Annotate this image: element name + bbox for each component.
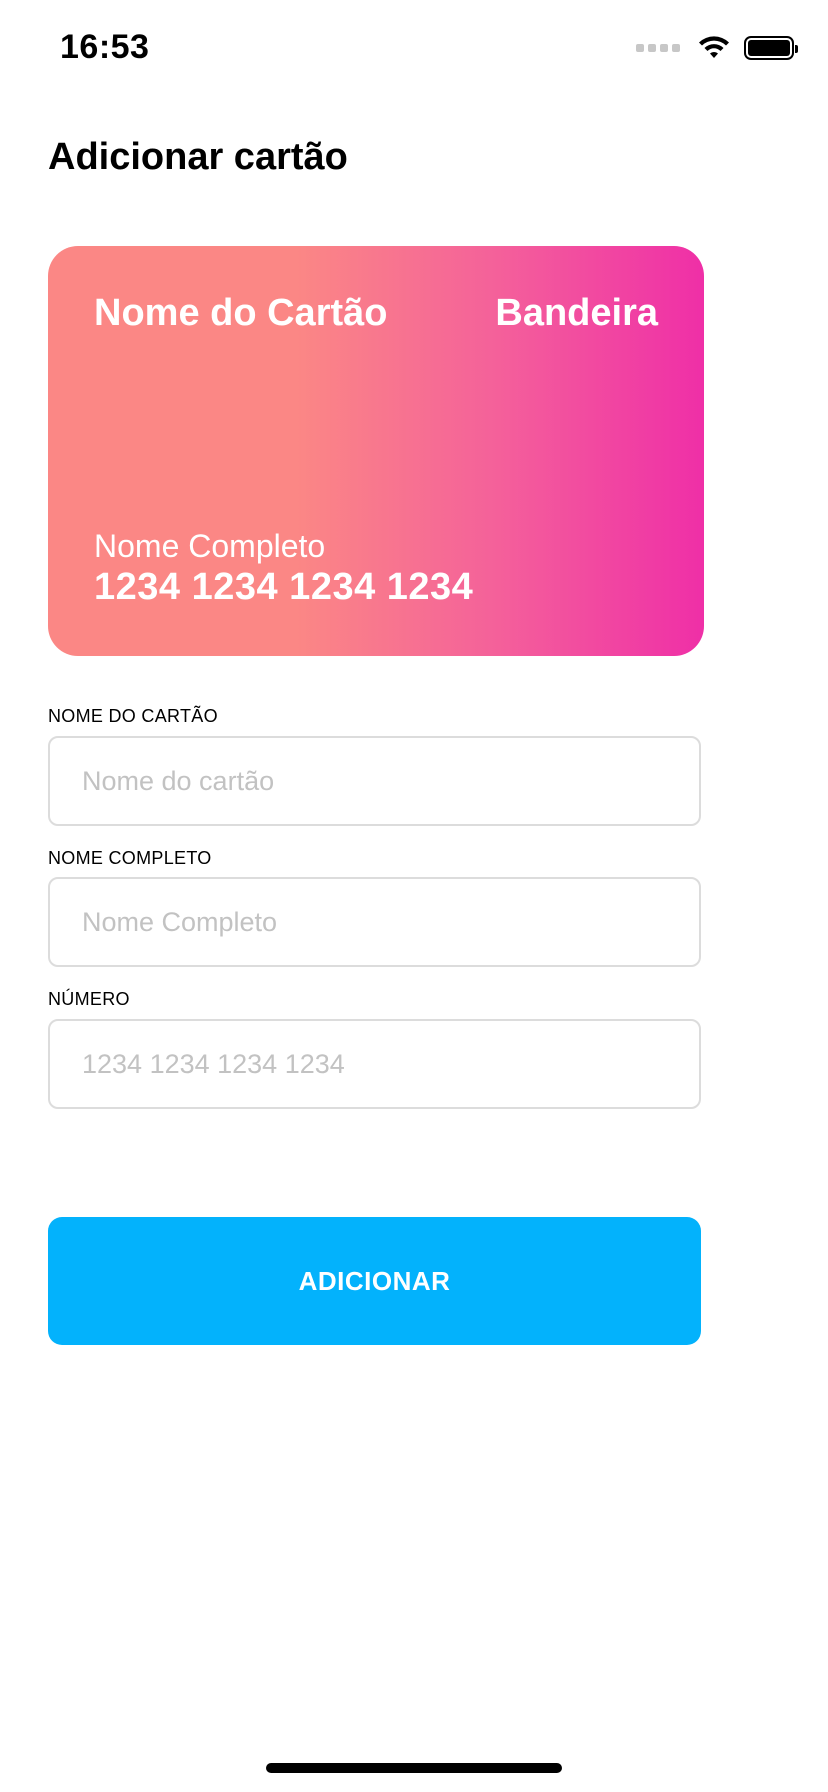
card-preview-brand: Bandeira bbox=[495, 292, 658, 334]
card-name-label: NOME DO CARTÃO bbox=[48, 706, 218, 726]
card-preview-number: 1234 1234 1234 1234 bbox=[94, 566, 474, 608]
status-icons bbox=[636, 36, 798, 60]
battery-icon bbox=[744, 36, 798, 60]
add-card-button[interactable]: ADICIONAR bbox=[48, 1217, 701, 1345]
page-title: Adicionar cartão bbox=[48, 136, 348, 178]
cellular-signal-icon bbox=[636, 44, 680, 52]
home-indicator[interactable] bbox=[266, 1763, 562, 1773]
add-card-screen: 16:53 Adicionar cartão Nome do Cartão Ba… bbox=[0, 0, 828, 1792]
card-number-label: NÚMERO bbox=[48, 989, 130, 1009]
status-time: 16:53 bbox=[60, 28, 150, 66]
status-bar: 16:53 bbox=[0, 0, 828, 100]
card-preview-holder: Nome Completo bbox=[94, 528, 326, 564]
card-preview-name: Nome do Cartão bbox=[94, 292, 388, 334]
battery-level bbox=[748, 40, 790, 56]
wifi-icon bbox=[699, 36, 729, 58]
card-preview: Nome do Cartão Bandeira Nome Completo 12… bbox=[48, 246, 704, 656]
full-name-label: NOME COMPLETO bbox=[48, 848, 212, 868]
full-name-input[interactable] bbox=[48, 877, 701, 967]
card-name-input[interactable] bbox=[48, 736, 701, 826]
card-number-input[interactable] bbox=[48, 1019, 701, 1109]
